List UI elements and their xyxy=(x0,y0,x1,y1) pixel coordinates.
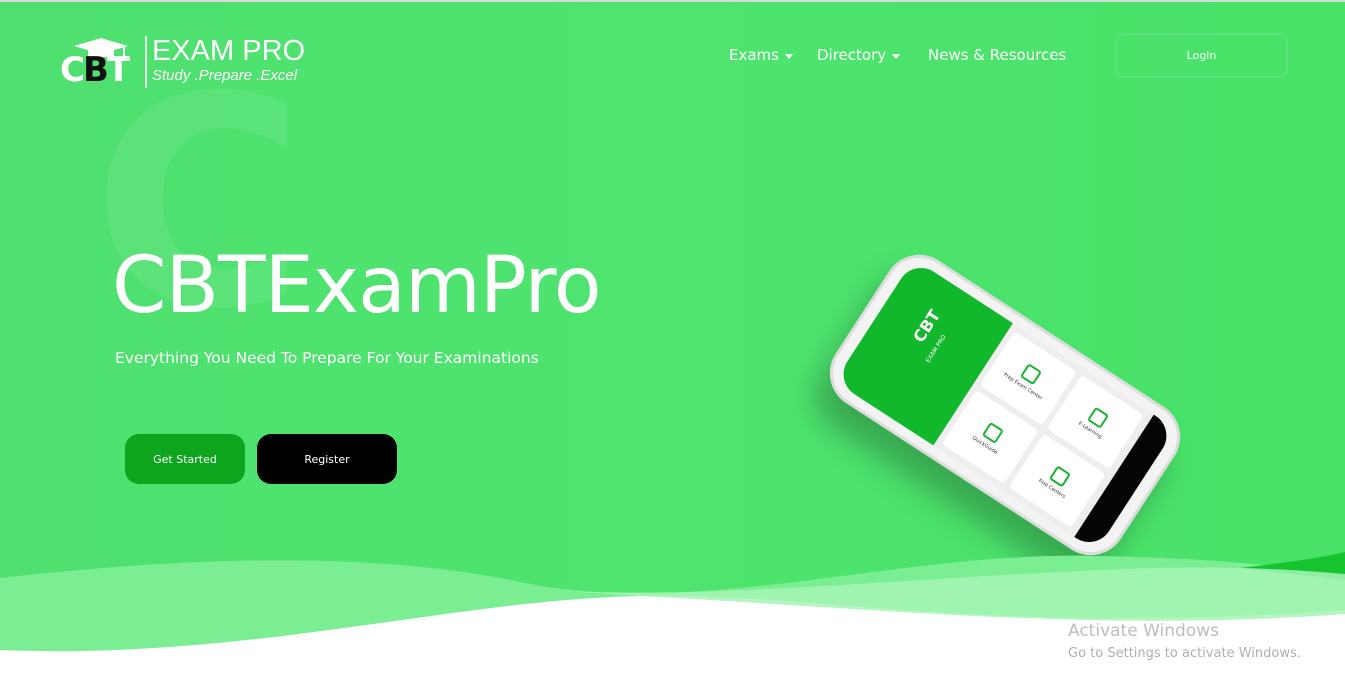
nav-directory[interactable]: Directory xyxy=(817,44,901,66)
exam-center-icon xyxy=(1019,363,1043,386)
logo-title: EXAM PRO xyxy=(152,35,306,67)
logo-mark: CBT xyxy=(60,50,130,90)
nav-news-label: News & Resources xyxy=(928,46,1067,64)
hero-title: CBTExamPro xyxy=(112,241,602,331)
phone-mockup: CBT EXAM PRO Prep Exam Center QuickGuide… xyxy=(800,210,1210,569)
get-started-button[interactable]: Get Started xyxy=(125,434,245,484)
nav-exams-label: Exams xyxy=(729,46,779,64)
activate-windows-title: Activate Windows xyxy=(1068,621,1219,641)
top-border xyxy=(0,0,1345,2)
hero-section: C CBT EXAM PRO Study .Prepare .Excel Exa… xyxy=(0,0,1345,673)
activate-windows-subtitle: Go to Settings to activate Windows. xyxy=(1068,646,1301,661)
login-button[interactable]: Login xyxy=(1115,33,1288,78)
site-logo[interactable]: CBT EXAM PRO Study .Prepare .Excel xyxy=(60,34,320,92)
phone-body: CBT EXAM PRO Prep Exam Center QuickGuide… xyxy=(816,241,1194,569)
phone-screen: CBT EXAM PRO Prep Exam Center QuickGuide… xyxy=(834,258,1176,552)
nav-news-resources[interactable]: News & Resources xyxy=(928,44,1066,66)
register-button[interactable]: Register xyxy=(257,434,397,484)
nav-directory-label: Directory xyxy=(817,46,887,64)
caret-down-icon xyxy=(892,53,901,59)
caret-down-icon xyxy=(784,53,793,59)
quickguide-icon xyxy=(981,421,1004,444)
hero-subtitle: Everything You Need To Prepare For Your … xyxy=(115,349,539,367)
logo-divider xyxy=(145,36,147,88)
nav-exams[interactable]: Exams xyxy=(729,44,793,66)
find-centers-icon xyxy=(1048,465,1072,488)
logo-tagline: Study .Prepare .Excel xyxy=(152,67,298,84)
elearning-icon xyxy=(1087,406,1110,429)
